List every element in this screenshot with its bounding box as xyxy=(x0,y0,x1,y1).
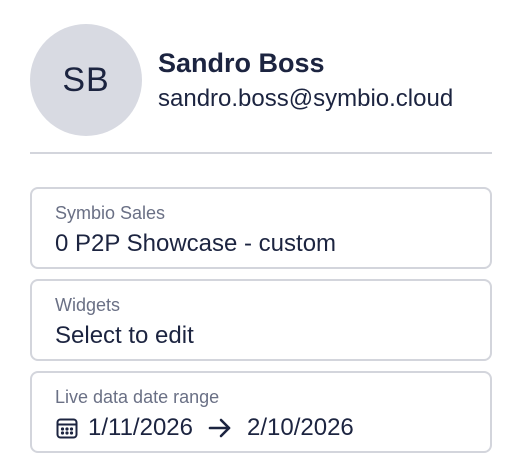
widgets-value: Select to edit xyxy=(55,322,194,349)
calendar-icon xyxy=(55,416,79,440)
divider xyxy=(30,152,492,154)
date-range-start: 1/11/2026 xyxy=(88,414,193,441)
profile-header: SB Sandro Boss sandro.boss@symbio.cloud xyxy=(30,24,492,136)
date-range-value: 1/11/2026 2/10/2026 xyxy=(55,414,354,442)
workspace-value: 0 P2P Showcase - custom xyxy=(55,230,337,257)
workspace-label: Symbio Sales xyxy=(55,203,166,223)
user-email: sandro.boss@symbio.cloud xyxy=(158,85,454,112)
widgets-selector[interactable]: Widgets Select to edit xyxy=(30,279,492,361)
user-name: Sandro Boss xyxy=(158,48,325,78)
date-range-label: Live data date range xyxy=(55,387,220,407)
arrow-right-icon xyxy=(207,416,233,440)
workspace-selector[interactable]: Symbio Sales 0 P2P Showcase - custom xyxy=(30,187,492,269)
avatar: SB xyxy=(30,24,142,136)
widgets-label: Widgets xyxy=(55,295,121,315)
date-range-end: 2/10/2026 xyxy=(247,414,354,441)
date-range-picker[interactable]: Live data date range 1/11/2026 2/10/2026 xyxy=(30,371,492,453)
